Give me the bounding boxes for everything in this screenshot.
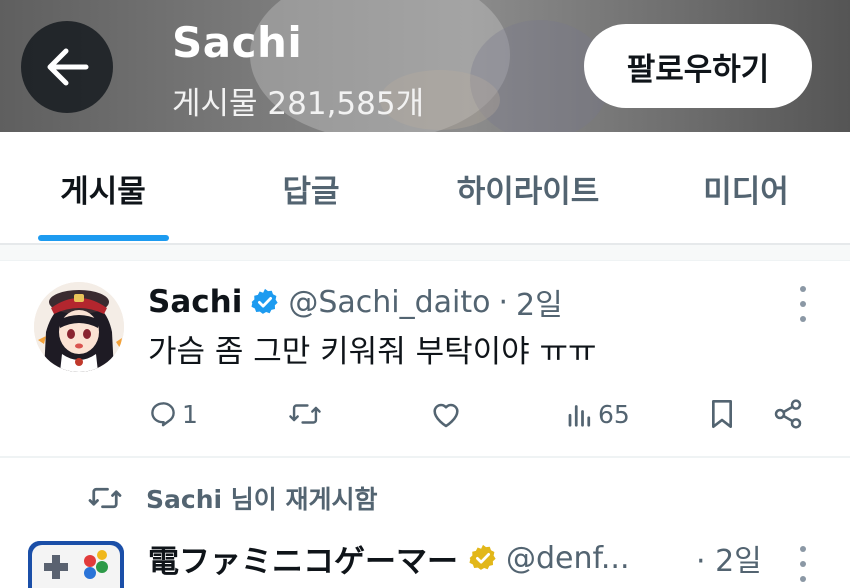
repost-icon [88, 487, 122, 509]
reply-button[interactable]: 1 [148, 392, 198, 436]
section-gap [0, 245, 850, 261]
separator-dot: · [498, 284, 509, 320]
gold-verified-badge-icon [468, 543, 498, 573]
post-actions: 1 65 [148, 392, 818, 436]
gamepad-logo-icon [28, 541, 124, 588]
tab-highlights[interactable]: 하이라이트 [428, 132, 628, 244]
repost-indicator: Sachi 님이 재게시함 [86, 478, 377, 518]
repost-icon [289, 404, 321, 424]
post-handle[interactable]: @Sachi_daito [288, 285, 490, 320]
follow-button[interactable]: 팔로우하기 [584, 24, 812, 108]
tab-replies[interactable]: 답글 [238, 132, 384, 244]
active-tab-indicator [38, 235, 169, 241]
bookmark-button[interactable] [708, 392, 736, 436]
reply-count: 1 [182, 399, 198, 429]
post-header: 電ファミニコゲーマー @denf... [148, 536, 630, 580]
post-header: Sachi @Sachi_daito · 2일 [148, 280, 563, 324]
heart-icon [433, 403, 459, 428]
like-button[interactable] [430, 392, 462, 436]
repost-label[interactable]: Sachi 님이 재게시함 [146, 480, 377, 516]
repost-button[interactable] [288, 392, 322, 436]
divider [0, 456, 850, 458]
views-count: 65 [598, 399, 630, 429]
post-text: 가슴 좀 그만 키워줘 부탁이야 ㅠㅠ [148, 334, 597, 370]
more-options-icon[interactable] [792, 286, 814, 322]
share-icon [774, 399, 802, 429]
post-time[interactable]: · 2일 [696, 536, 762, 580]
post-handle[interactable]: @denf... [506, 541, 630, 576]
post-author[interactable]: Sachi [148, 284, 242, 320]
post-author[interactable]: 電ファミニコゲーマー [148, 536, 458, 581]
avatar-illustration [34, 282, 124, 372]
verified-badge-icon [250, 287, 280, 317]
tab-posts[interactable]: 게시물 [18, 132, 188, 244]
profile-tabs: 게시물 답글 하이라이트 미디어 [0, 132, 850, 244]
avatar[interactable] [34, 282, 124, 372]
bookmark-icon [711, 400, 732, 428]
arrow-left-icon [47, 48, 89, 86]
tab-media[interactable]: 미디어 [676, 132, 816, 244]
share-button[interactable] [772, 392, 804, 436]
reply-icon [151, 402, 175, 427]
profile-header: Sachi 게시물 281,585개 팔로우하기 [0, 0, 850, 132]
post-count: 게시물 281,585개 [172, 86, 425, 122]
back-button[interactable] [21, 21, 113, 113]
avatar[interactable] [28, 541, 124, 588]
profile-name: Sachi [172, 18, 303, 67]
views-button[interactable]: 65 [566, 392, 630, 436]
post-time[interactable]: 2일 [516, 280, 563, 324]
analytics-icon [568, 405, 591, 427]
more-options-icon[interactable] [792, 546, 814, 582]
